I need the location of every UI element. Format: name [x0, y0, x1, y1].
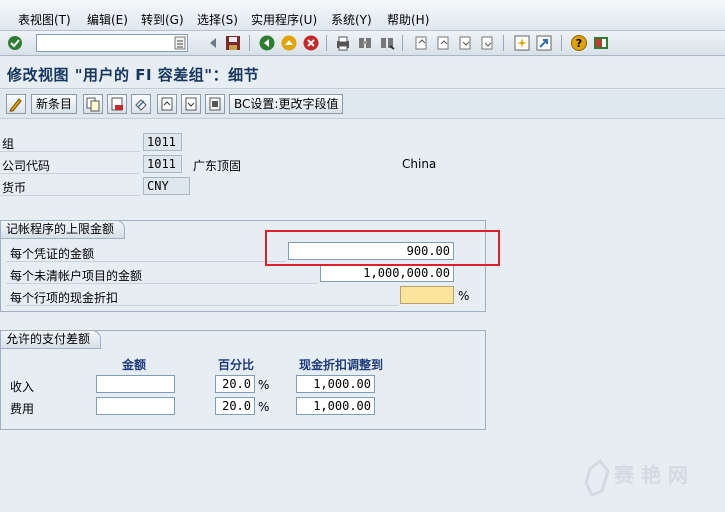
help-icon[interactable]: ? — [570, 34, 588, 52]
find-next-icon[interactable] — [378, 34, 396, 52]
revenue-percent-unit: % — [258, 378, 270, 392]
new-session-icon[interactable] — [513, 34, 531, 52]
expense-adjust-input[interactable]: 1,000.00 — [296, 397, 375, 415]
enter-icon[interactable] — [6, 34, 24, 52]
command-field[interactable] — [36, 34, 188, 52]
company-name-text: 广东顶固 — [193, 159, 242, 173]
cash-discount-per-item-input[interactable] — [400, 286, 454, 304]
page-title: 修改视图 "用户的 FI 容差组"：细节 — [7, 66, 260, 84]
column-amount: 金额 — [122, 358, 147, 372]
currency-field: CNY — [143, 177, 190, 195]
company-code-label: 公司代码 — [2, 159, 51, 173]
group-field: 1011 — [143, 133, 182, 151]
application-toolbar: 新条目 BC设置:更改字段值 — [0, 90, 725, 119]
bc-set-change-values-button[interactable]: BC设置:更改字段值 — [229, 94, 344, 114]
cash-discount-per-item-label: 每个行项的现金折扣 — [10, 291, 119, 305]
expense-label: 费用 — [10, 402, 35, 416]
svg-text:?: ? — [576, 37, 582, 50]
exit-icon[interactable] — [280, 34, 298, 52]
revenue-adjust-input[interactable]: 1,000.00 — [296, 375, 375, 393]
revenue-percent-input[interactable]: 20.0 — [215, 375, 255, 393]
payment-differences-group: 允许的支付差额 金额 百分比 现金折扣调整到 收入 20.0 % 1,000.0… — [0, 330, 486, 430]
cancel-icon[interactable] — [302, 34, 320, 52]
expense-percent-input[interactable]: 20.0 — [215, 397, 255, 415]
delete-button[interactable] — [107, 94, 127, 114]
menu-help[interactable]: 帮助(H) — [387, 11, 429, 28]
next-page-icon[interactable] — [456, 34, 474, 52]
menu-system[interactable]: 系统(Y) — [331, 11, 372, 28]
layout-menu-icon[interactable] — [592, 34, 610, 52]
title-bar: 修改视图 "用户的 FI 容差组"：细节 — [0, 56, 725, 89]
undo-change-button[interactable] — [131, 94, 151, 114]
menu-goto[interactable]: 转到(G) — [141, 11, 184, 28]
menu-bar: 表视图(T) 编辑(E) 转到(G) 选择(S) 实用程序(U) 系统(Y) 帮… — [0, 0, 725, 31]
shortcut-icon[interactable] — [535, 34, 553, 52]
standard-toolbar: ? — [0, 31, 725, 56]
history-dropdown-icon[interactable] — [174, 36, 186, 50]
highlight-annotation — [265, 230, 500, 266]
expense-percent-unit: % — [258, 400, 270, 414]
find-icon[interactable] — [356, 34, 374, 52]
back-icon[interactable] — [258, 34, 276, 52]
save-icon[interactable] — [224, 34, 242, 52]
watermark-logo: 赛 艳 网 — [572, 455, 722, 505]
last-page-icon[interactable] — [478, 34, 496, 52]
previous-page-icon[interactable] — [434, 34, 452, 52]
revenue-amount-input[interactable] — [96, 375, 175, 393]
collapse-arrow-icon[interactable] — [204, 34, 222, 52]
amount-per-open-item-input[interactable]: 1,000,000.00 — [320, 264, 454, 282]
select-all-button[interactable] — [205, 94, 225, 114]
next-entry-button[interactable] — [181, 94, 201, 114]
new-entries-button[interactable]: 新条目 — [31, 94, 78, 114]
payment-differences-title: 允许的支付差额 — [0, 330, 102, 349]
company-country-text: China — [402, 157, 437, 171]
company-code-field: 1011 — [143, 155, 182, 173]
first-page-icon[interactable] — [412, 34, 430, 52]
upper-limits-title: 记帐程序的上限金额 — [0, 220, 126, 239]
print-icon[interactable] — [334, 34, 352, 52]
menu-edit[interactable]: 编辑(E) — [87, 11, 128, 28]
amount-per-open-item-label: 每个未清帐户项目的金额 — [10, 269, 143, 283]
menu-selection[interactable]: 选择(S) — [197, 11, 238, 28]
column-cash-discount-adjust: 现金折扣调整到 — [299, 358, 384, 372]
revenue-label: 收入 — [10, 380, 35, 394]
menu-utilities[interactable]: 实用程序(U) — [251, 11, 317, 28]
group-label: 组 — [2, 137, 15, 151]
display-change-button[interactable] — [6, 94, 26, 114]
cash-discount-percent-unit: % — [458, 289, 470, 303]
column-percent: 百分比 — [218, 358, 255, 372]
previous-entry-button[interactable] — [157, 94, 177, 114]
menu-table-view[interactable]: 表视图(T) — [18, 11, 71, 28]
watermark-text: 赛 艳 网 — [614, 463, 688, 487]
expense-amount-input[interactable] — [96, 397, 175, 415]
copy-as-button[interactable] — [83, 94, 103, 114]
currency-label: 货币 — [2, 181, 27, 195]
amount-per-document-label: 每个凭证的金额 — [10, 247, 95, 261]
